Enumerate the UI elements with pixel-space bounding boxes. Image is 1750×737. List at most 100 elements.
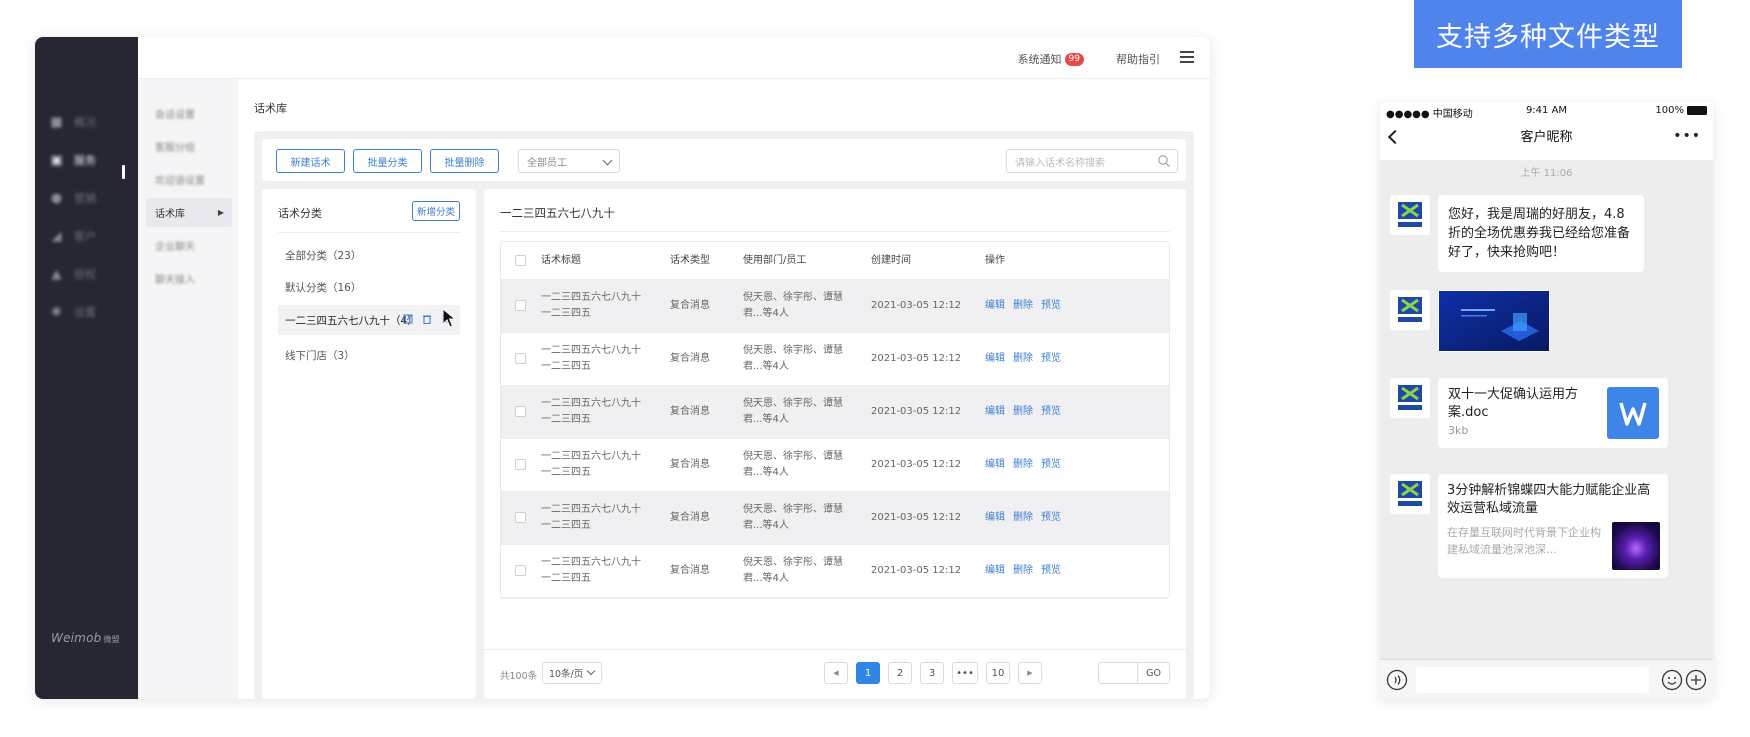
- preview-link[interactable]: 预览: [1041, 298, 1061, 314]
- select-all-checkbox[interactable]: [515, 254, 526, 266]
- nav-item-settings[interactable]: ✱ 设置: [49, 301, 129, 323]
- page-title: 话术库: [254, 102, 287, 115]
- message-text: 您好，我是周瑞的好朋友，4.8折的全场优惠券我已经给您准备好了，快来抢购吧！: [1448, 207, 1631, 260]
- row-actions: 编辑 删除 预览: [985, 492, 1061, 544]
- page-button-1[interactable]: 1: [856, 662, 880, 684]
- table-row: 一二三四五六七八九十 一二三四五 复合消息 倪天恩、徐宇彤、谭慧 君...等4人 2021…: [501, 333, 1169, 386]
- preview-link[interactable]: 预览: [1041, 457, 1061, 473]
- page-ellipsis[interactable]: •••: [952, 662, 978, 684]
- content-area: 话术库 新建话术 批量分类 批量删除 全部员工 请输入话术名称搜索 话术分类 新…: [246, 89, 1202, 699]
- delete-link[interactable]: 删除: [1013, 457, 1033, 473]
- row-checkbox[interactable]: [515, 459, 526, 470]
- page-size-select[interactable]: 10条/页: [542, 662, 602, 684]
- file-message[interactable]: 双十一大促确认运用方案.doc 3kb: [1438, 378, 1668, 448]
- col-header-created: 创建时间: [871, 254, 911, 266]
- chat-input-bar: [1380, 659, 1713, 699]
- nav-item-customer[interactable]: ◢ 客户: [49, 225, 129, 247]
- nav-item-auth[interactable]: ▲ 授权: [49, 263, 129, 285]
- edit-link[interactable]: 编辑: [985, 298, 1005, 314]
- preview-link[interactable]: 预览: [1041, 404, 1061, 420]
- brand-avatar-icon: [1398, 385, 1422, 410]
- file-size: 3kb: [1448, 424, 1469, 437]
- nav-item-service[interactable]: ▣ 服务: [49, 149, 129, 171]
- category-item-selected[interactable]: 一二三四五六七八九十（4）: [278, 305, 460, 335]
- preview-link[interactable]: 预览: [1041, 351, 1061, 367]
- search-input[interactable]: 请输入话术名称搜索: [1006, 149, 1178, 173]
- row-type: 复合消息: [670, 565, 710, 576]
- row-checkbox[interactable]: [515, 300, 526, 311]
- delete-link[interactable]: 删除: [1013, 298, 1033, 314]
- category-item-default[interactable]: 默认分类（16）: [278, 272, 460, 302]
- mouse-cursor-icon: [442, 308, 456, 328]
- prev-page-button[interactable]: ◀: [824, 662, 848, 684]
- delete-link[interactable]: 删除: [1013, 351, 1033, 367]
- goto-page-input[interactable]: [1098, 662, 1138, 684]
- row-checkbox[interactable]: [515, 512, 526, 523]
- row-checkbox[interactable]: [515, 406, 526, 417]
- add-category-button[interactable]: 新增分类: [412, 201, 460, 221]
- delete-link[interactable]: 删除: [1013, 563, 1033, 579]
- page-button-2[interactable]: 2: [888, 662, 912, 684]
- batch-delete-button[interactable]: 批量删除: [430, 149, 499, 173]
- system-notification[interactable]: 系统通知 99: [1018, 51, 1084, 67]
- subnav-item-script-library[interactable]: 话术库 ▶: [146, 198, 232, 227]
- delete-link[interactable]: 删除: [1013, 510, 1033, 526]
- subnav-item-access[interactable]: 聊天接入: [146, 264, 232, 293]
- chevron-down-icon: [586, 666, 596, 676]
- subnav-item-session[interactable]: 会话设置: [146, 99, 232, 128]
- arrow-right-icon: ▶: [1027, 669, 1033, 677]
- new-script-button[interactable]: 新建话术: [276, 149, 345, 173]
- batch-category-button[interactable]: 批量分类: [353, 149, 422, 173]
- delete-icon[interactable]: [421, 313, 433, 325]
- edit-link[interactable]: 编辑: [985, 510, 1005, 526]
- edit-link[interactable]: 编辑: [985, 457, 1005, 473]
- row-actions: 编辑 删除 预览: [985, 280, 1061, 332]
- emoji-icon[interactable]: [1661, 669, 1683, 691]
- edit-icon[interactable]: [402, 313, 414, 325]
- image-message[interactable]: [1438, 290, 1550, 352]
- message-input[interactable]: [1416, 667, 1649, 693]
- divider: [500, 231, 1170, 232]
- row-type: 复合消息: [670, 300, 710, 311]
- next-page-button[interactable]: ▶: [1018, 662, 1042, 684]
- voice-icon[interactable]: [1386, 669, 1408, 691]
- row-checkbox[interactable]: [515, 565, 526, 576]
- employee-select[interactable]: 全部员工: [518, 149, 620, 173]
- row-checkbox[interactable]: [515, 353, 526, 364]
- notification-badge: 99: [1064, 52, 1084, 66]
- subnav-item-welcome[interactable]: 欢迎语设置: [146, 165, 232, 194]
- gear-icon: ✱: [51, 304, 62, 320]
- delete-link[interactable]: 删除: [1013, 404, 1033, 420]
- page-button-10[interactable]: 10: [986, 662, 1010, 684]
- row-actions: 编辑 删除 预览: [985, 439, 1061, 491]
- nav-item-overview[interactable]: ■ 概况: [49, 111, 129, 133]
- service-icon: ▣: [50, 152, 63, 168]
- menu-icon[interactable]: [1180, 51, 1194, 63]
- go-button[interactable]: GO: [1138, 662, 1170, 684]
- preview-link[interactable]: 预览: [1041, 563, 1061, 579]
- subnav-item-chat[interactable]: 企业聊天: [146, 231, 232, 260]
- text-message-bubble[interactable]: 您好，我是周瑞的好朋友，4.8折的全场优惠券我已经给您准备好了，快来抢购吧！: [1438, 195, 1644, 272]
- nav-active-indicator: [122, 165, 125, 179]
- article-message[interactable]: 3分钟解析锦蝶四大能力赋能企业高效运营私域流量 在存量互联网时代背景下企业构建私…: [1438, 474, 1668, 578]
- preview-link[interactable]: 预览: [1041, 510, 1061, 526]
- category-item-all[interactable]: 全部分类（23）: [278, 240, 460, 270]
- nav-item-marketing[interactable]: ● 营销: [49, 187, 129, 209]
- brand-avatar-icon: [1398, 202, 1422, 227]
- plus-icon[interactable]: [1685, 669, 1707, 691]
- message-timestamp: 上午 11:06: [1520, 168, 1573, 179]
- edit-link[interactable]: 编辑: [985, 351, 1005, 367]
- more-icon[interactable]: •••: [1673, 128, 1701, 144]
- pagination: 共100条 10条/页 ◀ 1 2 3 ••• 10 ▶ GO: [484, 649, 1186, 699]
- subnav-item-groups[interactable]: 客服分组: [146, 132, 232, 161]
- row-title: 一二三四五六七八九十 一二三四五: [541, 292, 641, 319]
- help-link[interactable]: 帮助指引: [1116, 51, 1160, 67]
- edit-link[interactable]: 编辑: [985, 404, 1005, 420]
- page-button-3[interactable]: 3: [920, 662, 944, 684]
- edit-link[interactable]: 编辑: [985, 563, 1005, 579]
- home-icon: ■: [50, 114, 63, 130]
- col-header-type: 话术类型: [670, 254, 710, 266]
- category-item-offline-store[interactable]: 线下门店（3）: [278, 340, 460, 370]
- category-panel: 话术分类 新增分类 全部分类（23） 默认分类（16） 一二三四五六七八九十（4…: [262, 189, 476, 699]
- avatar: [1390, 195, 1430, 235]
